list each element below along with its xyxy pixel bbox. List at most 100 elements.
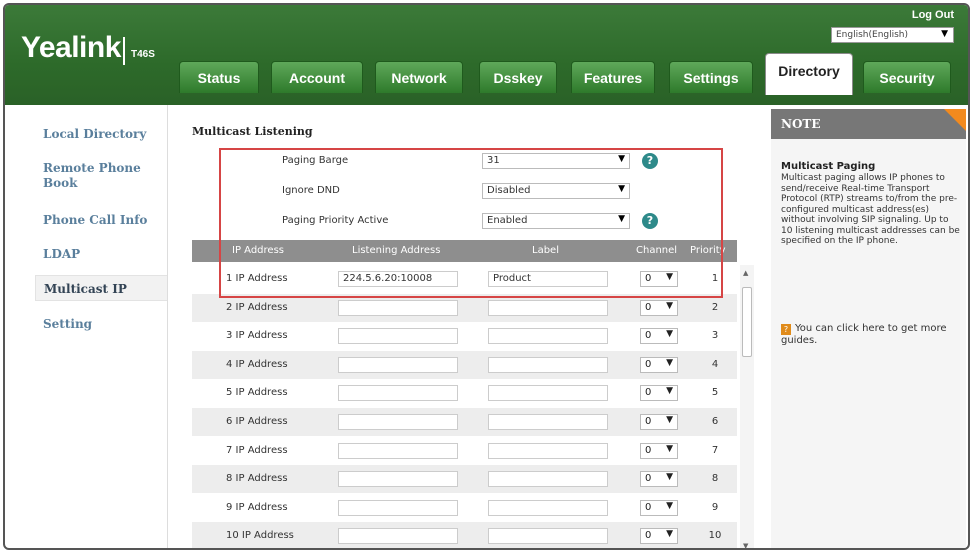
section-title: Multicast Listening [192, 125, 313, 138]
chevron-down-icon: ▼ [666, 529, 673, 540]
listening-address-input[interactable] [338, 499, 458, 516]
guide-book-icon: ? [781, 324, 791, 335]
channel-select[interactable]: 0 ▼ [640, 356, 678, 373]
table-row: 7 IP Address 0 ▼ 7 [192, 437, 737, 465]
sidebar-item-remote-phone-book[interactable]: Remote Phone Book [23, 161, 143, 191]
label-input[interactable] [488, 356, 608, 373]
tab-dsskey[interactable]: Dsskey [479, 61, 557, 93]
scroll-down-icon[interactable]: ▼ [743, 542, 748, 548]
language-select[interactable]: English(English) ▼ [831, 27, 954, 43]
tab-settings[interactable]: Settings [669, 61, 753, 93]
priority-value: 6 [711, 416, 719, 427]
table-row: 4 IP Address 0 ▼ 4 [192, 350, 737, 379]
model-label: T46S [131, 49, 155, 60]
chevron-down-icon: ▼ [941, 29, 948, 39]
listening-address-input[interactable] [338, 385, 458, 402]
table-row: 9 IP Address 0 ▼ 9 [192, 494, 737, 522]
note-panel: NOTE Multicast Paging Multicast paging a… [771, 109, 966, 548]
channel-select[interactable]: 0 ▼ [640, 414, 678, 430]
channel-value: 0 [645, 530, 652, 542]
table-scrollbar[interactable]: ▲ ▼ [740, 265, 754, 548]
table-row: 5 IP Address 0 ▼ 5 [192, 379, 737, 407]
label-input[interactable] [488, 499, 608, 516]
sidebar-item-setting[interactable]: Setting [23, 317, 161, 332]
priority-value: 4 [711, 358, 719, 370]
priority-value: 2 [711, 301, 719, 313]
chevron-down-icon: ▼ [666, 357, 673, 368]
logo-separator [123, 37, 125, 65]
note-heading: NOTE [771, 109, 966, 139]
ip-address-name: 2 IP Address [226, 301, 288, 313]
listening-address-input[interactable] [338, 328, 458, 345]
chevron-down-icon: ▼ [666, 500, 673, 511]
scrollbar-thumb[interactable] [742, 287, 752, 357]
table-row: 6 IP Address 0 ▼ 6 [192, 408, 737, 436]
channel-value: 0 [645, 444, 652, 456]
chevron-down-icon: ▼ [666, 329, 673, 340]
channel-select[interactable]: 0 ▼ [640, 299, 678, 316]
tab-network[interactable]: Network [375, 61, 463, 93]
ip-address-name: 6 IP Address [226, 416, 288, 427]
tab-directory[interactable]: Directory [765, 53, 853, 95]
table-row: 3 IP Address 0 ▼ 3 [192, 322, 737, 350]
ip-address-name: 9 IP Address [226, 501, 288, 513]
label-input[interactable] [488, 414, 608, 430]
listening-address-input[interactable] [338, 414, 458, 430]
channel-select[interactable]: 0 ▼ [640, 528, 678, 545]
channel-select[interactable]: 0 ▼ [640, 471, 678, 488]
language-value: English(English) [836, 30, 909, 40]
listening-address-input[interactable] [338, 356, 458, 373]
ip-address-name: 7 IP Address [226, 444, 288, 456]
channel-select[interactable]: 0 ▼ [640, 442, 678, 459]
listening-address-input[interactable] [338, 471, 458, 488]
header: Yealink T46S Log Out English(English) ▼ … [5, 5, 968, 105]
priority-value: 8 [711, 473, 719, 485]
ip-address-name: 4 IP Address [226, 358, 288, 370]
label-input[interactable] [488, 299, 608, 316]
note-title: Multicast Paging [781, 161, 876, 172]
priority-value: 5 [711, 387, 719, 399]
channel-value: 0 [645, 358, 652, 370]
logout-link[interactable]: Log Out [912, 9, 954, 21]
highlight-box [219, 148, 723, 298]
ip-address-name: 5 IP Address [226, 387, 288, 399]
scroll-up-icon[interactable]: ▲ [743, 269, 748, 277]
sidebar-item-multicast-ip[interactable]: Multicast IP [35, 275, 185, 301]
priority-value: 10 [708, 530, 722, 542]
chevron-down-icon: ▼ [666, 472, 673, 483]
listening-address-input[interactable] [338, 442, 458, 459]
label-input[interactable] [488, 442, 608, 459]
brand-logo: Yealink [21, 31, 121, 64]
note-guide-link[interactable]: ? You can click here to get more guides. [781, 323, 961, 347]
ip-address-name: 3 IP Address [226, 330, 288, 342]
chevron-down-icon: ▼ [666, 300, 673, 311]
channel-value: 0 [645, 387, 652, 399]
tab-features[interactable]: Features [571, 61, 655, 93]
channel-select[interactable]: 0 ▼ [640, 499, 678, 516]
listening-address-input[interactable] [338, 299, 458, 316]
tab-status[interactable]: Status [179, 61, 259, 93]
label-input[interactable] [488, 471, 608, 488]
tab-security[interactable]: Security [863, 61, 951, 93]
channel-value: 0 [645, 330, 652, 342]
label-input[interactable] [488, 328, 608, 345]
ip-address-name: 8 IP Address [226, 473, 288, 485]
channel-select[interactable]: 0 ▼ [640, 328, 678, 345]
chevron-down-icon: ▼ [666, 415, 673, 425]
table-row: 10 IP Address 0 ▼ 10 [192, 522, 737, 548]
sidebar-item-phone-call-info[interactable]: Phone Call Info [23, 213, 161, 228]
sidebar: Local Directory Remote Phone Book Phone … [23, 105, 185, 548]
priority-value: 7 [711, 444, 719, 456]
channel-select[interactable]: 0 ▼ [640, 385, 678, 402]
label-input[interactable] [488, 528, 608, 545]
channel-value: 0 [645, 501, 652, 513]
channel-value: 0 [645, 416, 652, 427]
tab-account[interactable]: Account [271, 61, 363, 93]
label-input[interactable] [488, 385, 608, 402]
ip-address-name: 10 IP Address [226, 530, 294, 542]
listening-address-input[interactable] [338, 528, 458, 545]
note-corner-icon [944, 109, 966, 131]
sidebar-item-local-directory[interactable]: Local Directory [23, 127, 161, 142]
note-body: Multicast paging allows IP phones to sen… [781, 173, 960, 246]
sidebar-item-ldap[interactable]: LDAP [23, 247, 161, 262]
